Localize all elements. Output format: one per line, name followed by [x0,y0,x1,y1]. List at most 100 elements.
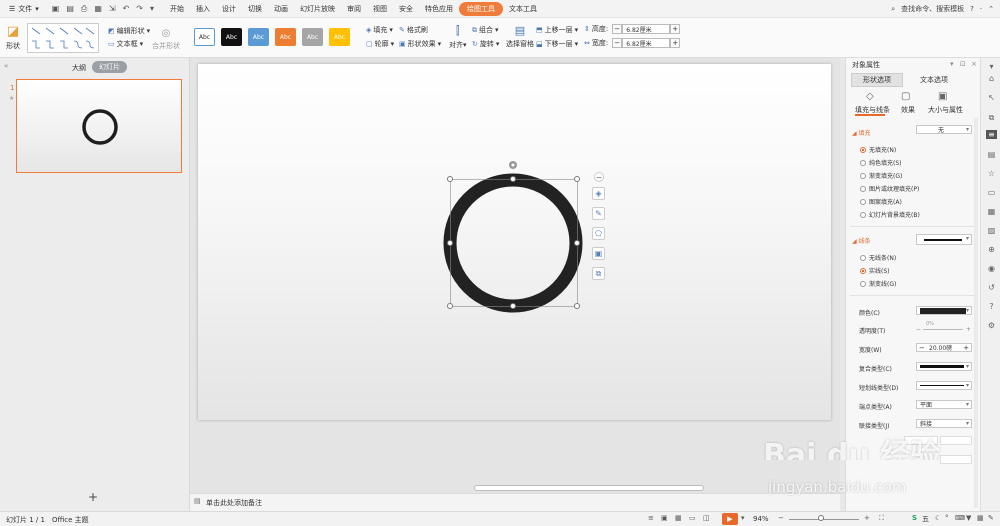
fill-section-toggle[interactable]: ◢ 填充 [852,128,871,137]
pane-scrollbar[interactable] [974,118,978,508]
collapse-arrow-icon[interactable]: ▾ [987,62,996,71]
search-icon[interactable]: ⌕ [891,5,895,14]
zoom-out-button[interactable]: − [778,514,784,522]
shape-gallery[interactable] [27,23,99,53]
textbox-button[interactable]: ▭ 文本框 ▾ [108,39,143,49]
resize-handle[interactable] [447,303,453,309]
tab-transition[interactable]: 切换 [242,2,268,16]
outline-button[interactable]: ▢ 轮廓 ▾ [366,39,394,49]
layers-icon[interactable]: ◈ [592,187,605,200]
properties-icon[interactable]: ≡ [986,130,997,139]
chevron-down-icon[interactable]: ▾ [741,514,745,522]
text-frame-icon[interactable]: ⧉ [592,267,605,280]
pin-icon[interactable]: ⊡ [960,60,966,68]
tab-insert[interactable]: 插入 [190,2,216,16]
collapse-float-icon[interactable]: − [594,172,604,182]
fill-select[interactable]: 无 ▾ [916,125,972,134]
fill-option-solid[interactable]: 纯色填充(S) [860,158,902,167]
file-menu-button[interactable]: ☰ 文件 ▾ [4,2,44,15]
input-method-lang[interactable]: 五 [922,514,929,524]
settings-icon[interactable]: ⚙ [987,321,996,330]
dash-type-select[interactable]: ▾ [916,381,972,390]
bring-forward-button[interactable]: ⬒ 上移一层 ▾ [536,25,578,35]
style-swatch-3[interactable]: Abc [248,28,269,46]
transparency-slider[interactable]: − 0% + [916,321,972,334]
box-icon[interactable]: ▭ [987,188,996,197]
tab-drawing-tools[interactable]: 绘图工具 [459,1,504,16]
tab-shape-options[interactable]: 形状选项 [851,73,903,87]
height-decrease-button[interactable]: − [612,24,623,34]
width-decrease-button[interactable]: − [919,344,925,352]
dot-icon[interactable]: · [980,5,982,13]
tab-slides[interactable]: 幻灯片 [92,61,127,73]
resize-handle[interactable] [447,240,453,246]
style-swatch-6[interactable]: Abc [329,28,350,46]
collapse-pane-icon[interactable]: « [4,62,8,70]
tab-slideshow[interactable]: 幻灯片放映 [294,2,341,16]
tab-text-options[interactable]: 文本选项 [906,73,962,87]
fill-button[interactable]: ◈ 填充 ▾ [366,25,393,35]
play-circle-icon[interactable]: ◉ [987,264,996,273]
table-icon[interactable]: ▦ [987,207,996,216]
fit-window-icon[interactable]: ⛶ [879,514,884,523]
chevron-down-icon[interactable]: ▾ [950,60,954,68]
reading-view-icon[interactable]: ▭ [689,514,696,522]
line-option-none[interactable]: 无线条(N) [860,253,896,262]
normal-view-icon[interactable]: ▣ [661,514,668,522]
shirt-icon[interactable]: ▼ [966,514,971,522]
subtab-effect[interactable]: 效果 [901,105,915,115]
undo-icon[interactable]: ↶ [123,4,130,14]
rotate-button[interactable]: ↻ 旋转 ▾ [472,39,499,49]
fill-option-background[interactable]: 幻灯片背景填充(B) [860,210,920,219]
camera-icon[interactable]: ◫ [703,514,710,522]
fill-option-picture[interactable]: 图片或纹理填充(P) [860,184,919,193]
slide-thumbnail[interactable] [16,79,182,173]
plus-icon[interactable]: + [966,326,971,333]
line-option-gradient[interactable]: 渐变线(G) [860,279,896,288]
width-increase-button[interactable]: + [963,344,969,352]
style-swatch-5[interactable]: Abc [302,28,323,46]
resize-handle[interactable] [447,176,453,182]
style-swatch-1[interactable]: Abc [194,28,215,46]
redo-icon[interactable]: ↷ [136,4,143,14]
effect-icon[interactable]: ▣ [592,247,605,260]
print-preview-icon[interactable]: ▦ [94,4,102,14]
export-icon[interactable]: ⇲ [109,4,116,14]
zoom-slider[interactable] [789,519,859,520]
group-button[interactable]: ⧉ 组合 ▾ [472,25,499,35]
sorter-view-icon[interactable]: ▦ [675,514,682,522]
selected-circle-shape[interactable] [440,158,590,318]
edit-shape-button[interactable]: ◩ 编辑形状 ▾ [108,26,150,36]
select-pane-button[interactable]: ▤ 选择窗格 [506,24,534,49]
resize-handle[interactable] [510,176,516,182]
resize-handle[interactable] [510,303,516,309]
style-swatch-2[interactable]: Abc [221,28,242,46]
shape-effect-button[interactable]: ▣ 形状效果 ▾ [399,39,441,49]
home-icon[interactable]: ⌂ [987,74,996,83]
save-icon[interactable]: ▣ [52,4,60,14]
zoom-slider-thumb[interactable] [818,515,824,521]
height-input[interactable]: − 6.82厘米 + [612,24,681,34]
tab-security[interactable]: 安全 [393,2,419,16]
cap-type-select[interactable]: 平面 ▾ [916,400,972,409]
minus-icon[interactable]: − [916,326,921,333]
fill-bucket-icon[interactable]: ⬠ [592,227,605,240]
size-tab-icon[interactable]: ▣ [938,91,947,102]
keyboard-icon[interactable]: ⌨ [955,514,965,522]
line-section-toggle[interactable]: ◢ 线条 [852,236,871,245]
star-icon[interactable]: ☆ [987,169,996,178]
chevron-up-icon[interactable]: ⌃ [988,5,994,13]
transform-icon[interactable]: ⊕ [987,245,996,254]
tab-view[interactable]: 视图 [367,2,393,16]
open-icon[interactable]: ▤ [66,4,74,14]
effect-tab-icon[interactable]: ▢ [901,91,910,102]
add-slide-button[interactable]: + [88,490,98,504]
dot-icon[interactable]: ° [945,514,949,522]
line-width-input[interactable]: − 20.00磅 + [916,343,972,352]
line-style-select[interactable]: ▾ [916,234,972,245]
tab-text-tools[interactable]: 文本工具 [503,2,543,16]
tab-design[interactable]: 设计 [216,2,242,16]
moon-icon[interactable]: ☾ [935,514,941,522]
tab-review[interactable]: 审阅 [341,2,367,16]
slider-track[interactable] [923,329,963,330]
